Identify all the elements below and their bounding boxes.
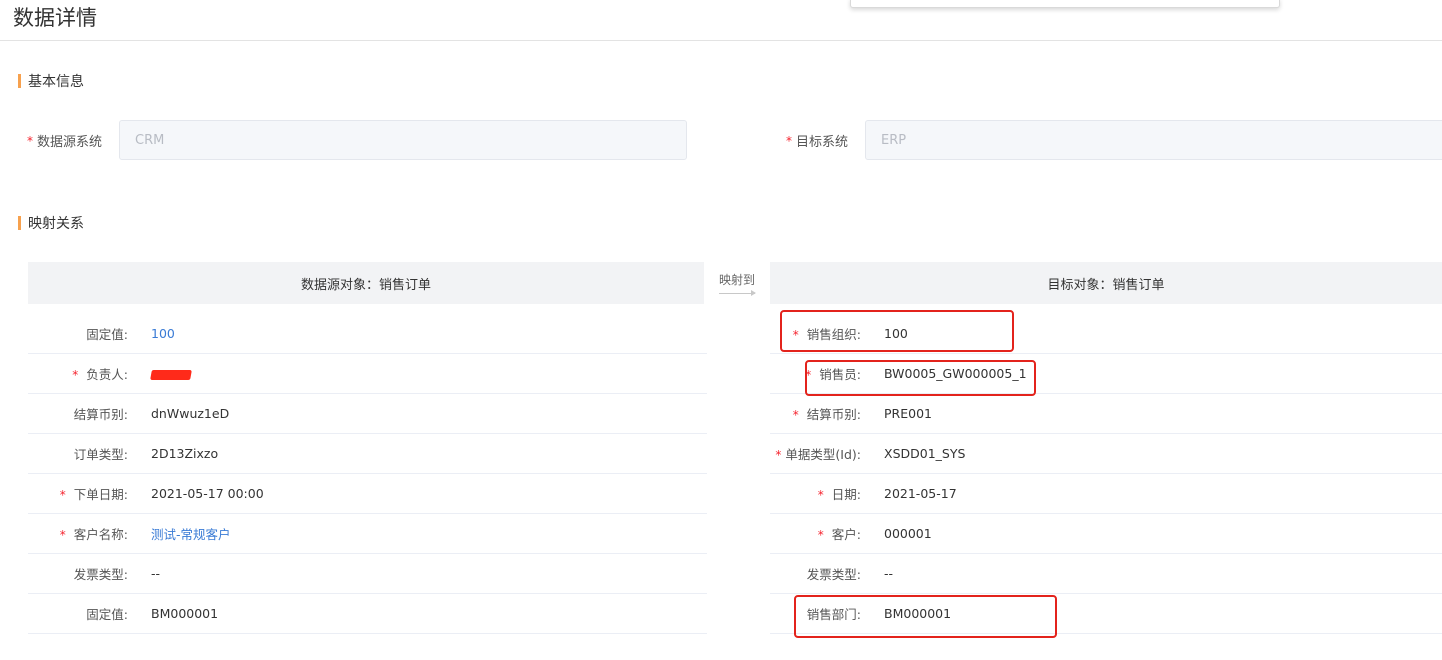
required-star: * — [786, 133, 792, 148]
label-text: 固定值: — [86, 327, 128, 342]
highlight-sales-dept — [794, 595, 1057, 638]
target-row: * 结算币别: PRE001 — [770, 394, 1442, 434]
label-text: 下单日期: — [73, 487, 128, 502]
source-row: * 客户名称: 测试-常规客户 — [28, 514, 707, 554]
required-star: * — [817, 528, 824, 542]
source-object-header: 数据源对象：销售订单 — [28, 262, 704, 304]
source-row-value — [150, 366, 192, 381]
map-to-indicator: 映射到 — [714, 272, 760, 302]
section-basic-info-title: 基本信息 — [28, 74, 84, 90]
required-star: * — [59, 488, 66, 502]
highlight-sales-org — [780, 310, 1014, 352]
title-divider — [0, 40, 1442, 41]
label-text: 发票类型: — [806, 567, 861, 582]
section-accent-bar — [18, 74, 21, 88]
label-text: 负责人: — [86, 367, 128, 382]
source-row-value: 2D13Zixzo — [151, 446, 219, 461]
target-row-label: * 日期: — [770, 484, 861, 503]
source-row-value: dnWwuz1eD — [151, 406, 230, 421]
label-text: 单据类型(Id): — [785, 447, 861, 462]
customer-link[interactable]: 测试-常规客户 — [151, 524, 231, 543]
source-row-label: * 客户名称: — [28, 524, 128, 543]
label-text: 日期: — [831, 487, 861, 502]
source-system-value: CRM — [135, 132, 165, 148]
source-row-label: 固定值: — [28, 604, 128, 623]
target-system-label: * 目标系统 — [786, 131, 849, 151]
target-row: * 单据类型(Id): XSDD01_SYS — [770, 434, 1442, 474]
source-row-label: 结算币别: — [28, 404, 128, 423]
target-row: * 客户: 000001 — [770, 514, 1442, 554]
source-row: 发票类型: -- — [28, 554, 707, 594]
page-title: 数据详情 — [13, 6, 97, 30]
required-star: * — [775, 448, 782, 462]
target-system-input[interactable]: ERP — [865, 120, 1442, 160]
label-text: 结算币别: — [73, 407, 128, 422]
source-row-value: BM000001 — [151, 606, 219, 621]
source-system-label: * 数据源系统 — [27, 131, 103, 151]
target-row-value: -- — [884, 566, 894, 581]
source-row: 结算币别: dnWwuz1eD — [28, 394, 707, 434]
source-row-label: 发票类型: — [28, 564, 128, 583]
target-row-label: * 单据类型(Id): — [762, 444, 861, 463]
source-row: 订单类型: 2D13Zixzo — [28, 434, 707, 474]
target-row-label: 发票类型: — [770, 564, 861, 583]
source-row: * 下单日期: 2021-05-17 00:00 — [28, 474, 707, 514]
source-row: * 负责人: — [28, 354, 707, 394]
source-row-label: * 负责人: — [28, 364, 128, 383]
dropdown-popup-edge — [850, 0, 1280, 8]
label-text: 客户名称: — [73, 527, 128, 542]
required-star: * — [27, 133, 33, 148]
target-system-value: ERP — [881, 132, 907, 148]
label-text: 固定值: — [86, 607, 128, 622]
source-system-input[interactable]: CRM — [119, 120, 687, 160]
target-row: * 日期: 2021-05-17 — [770, 474, 1442, 514]
highlight-salesperson — [805, 360, 1036, 396]
map-to-label: 映射到 — [718, 273, 755, 287]
section-basic-info: 基本信息 — [18, 71, 84, 91]
source-row-value: -- — [151, 566, 161, 581]
required-star: * — [817, 488, 824, 502]
section-mapping: 映射关系 — [18, 213, 84, 233]
source-row: 固定值: 100 — [28, 314, 707, 354]
required-star: * — [59, 528, 66, 542]
target-system-label-text: 目标系统 — [796, 135, 849, 150]
required-star: * — [792, 408, 799, 422]
target-row: 发票类型: -- — [770, 554, 1442, 594]
target-row-value: PRE001 — [884, 406, 932, 421]
target-row-label: * 客户: — [770, 524, 861, 543]
target-object-header-text: 目标对象：销售订单 — [1047, 277, 1165, 293]
target-row-label: * 结算币别: — [770, 404, 861, 423]
source-system-label-text: 数据源系统 — [37, 135, 103, 150]
target-row-value: 2021-05-17 — [884, 486, 957, 501]
source-object-header-text: 数据源对象：销售订单 — [300, 277, 431, 293]
section-mapping-title: 映射关系 — [28, 216, 84, 232]
target-row-value: 000001 — [884, 526, 932, 541]
target-object-header: 目标对象：销售订单 — [770, 262, 1442, 304]
label-text: 发票类型: — [73, 567, 128, 582]
section-accent-bar — [18, 216, 21, 230]
source-row: 固定值: BM000001 — [28, 594, 707, 634]
source-row-value: 100 — [151, 326, 175, 341]
required-star: * — [72, 368, 79, 382]
source-field-list: 固定值: 100 * 负责人: 结算币别: dnWwuz1eD 订单类型: 2D… — [28, 314, 707, 634]
source-row-label: 固定值: — [28, 324, 128, 343]
source-row-value: 2021-05-17 00:00 — [151, 486, 264, 501]
source-row-label: 订单类型: — [28, 444, 128, 463]
arrow-right-icon — [719, 290, 756, 296]
redacted-mark — [150, 369, 192, 380]
source-row-label: * 下单日期: — [28, 484, 128, 503]
label-text: 订单类型: — [73, 447, 128, 462]
label-text: 客户: — [831, 527, 861, 542]
target-row-value: XSDD01_SYS — [884, 446, 966, 461]
label-text: 结算币别: — [806, 407, 861, 422]
